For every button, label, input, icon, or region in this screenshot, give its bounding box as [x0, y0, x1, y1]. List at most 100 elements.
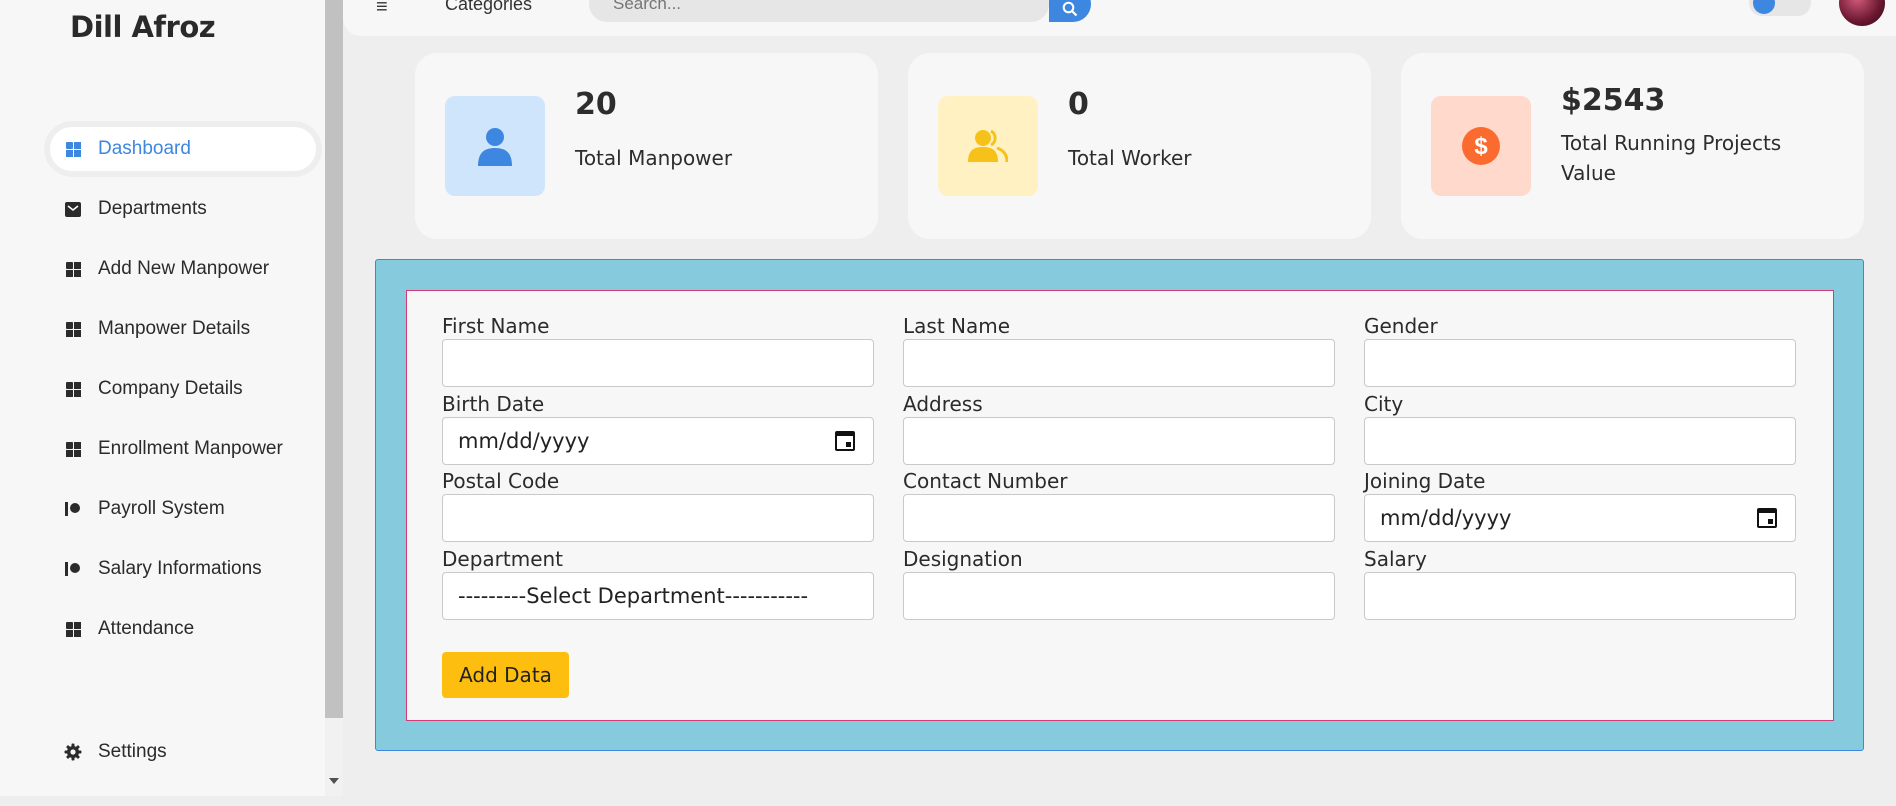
department-select[interactable]: ---------Select Department----------- — [442, 572, 874, 620]
theme-toggle[interactable] — [1749, 0, 1811, 16]
salary-label: Salary — [1364, 547, 1427, 571]
sidebar-item-label: Attendance — [98, 618, 195, 639]
categories-link[interactable]: Categories — [445, 0, 532, 15]
sidebar-item-settings[interactable]: Settings — [44, 724, 322, 780]
card-value: $2543 — [1561, 83, 1666, 118]
sidebar-item-label: Payroll System — [98, 498, 225, 519]
search-input[interactable] — [613, 0, 1033, 14]
sidebar-item-attendance[interactable]: Attendance — [44, 601, 322, 657]
calendar-icon[interactable] — [835, 431, 855, 451]
manpower-form: First Name Last Name Gender Birth Date m… — [406, 290, 1834, 721]
toggle-knob — [1753, 0, 1775, 14]
first-name-field: First Name — [442, 313, 874, 387]
search-button[interactable] — [1049, 0, 1091, 22]
birth-date-label: Birth Date — [442, 392, 545, 416]
first-name-input[interactable] — [442, 339, 874, 387]
salary-input[interactable] — [1364, 572, 1796, 620]
search-icon — [1062, 1, 1078, 17]
address-field: Address — [903, 391, 1335, 465]
first-name-label: First Name — [442, 314, 550, 338]
sidebar-item-departments[interactable]: Departments — [44, 181, 322, 237]
add-data-button[interactable]: Add Data — [442, 652, 569, 698]
sidebar: Dill Afroz Dashboard Departments Add New… — [0, 0, 325, 806]
card-label: Total Running Projects Value — [1561, 131, 1782, 185]
sidebar-item-label: Departments — [98, 198, 207, 219]
sidebar-item-salary-informations[interactable]: Salary Informations — [44, 541, 322, 597]
gender-input[interactable] — [1364, 339, 1796, 387]
sidebar-scrollbar[interactable] — [325, 0, 343, 806]
sidebar-item-manpower-details[interactable]: Manpower Details — [44, 301, 322, 357]
postal-code-input[interactable] — [442, 494, 874, 542]
birth-date-input[interactable]: mm/dd/yyyy — [442, 417, 874, 465]
card-label: Total Worker — [1068, 146, 1192, 170]
stat-card-total-running-projects-value: $ $2543 Total Running Projects Value — [1401, 53, 1864, 239]
mail-icon — [64, 200, 82, 218]
sidebar-item-payroll-system[interactable]: Payroll System — [44, 481, 322, 537]
topbar: ≡ Categories — [343, 0, 1896, 36]
menu-toggle-icon[interactable]: ≡ — [376, 0, 388, 19]
birth-date-value: mm/dd/yyyy — [458, 429, 590, 453]
designation-field: Designation — [903, 546, 1335, 620]
bottom-strip — [0, 796, 1896, 806]
sidebar-item-label: Settings — [98, 741, 167, 762]
contact-number-label: Contact Number — [903, 469, 1068, 493]
grid-icon — [64, 620, 82, 638]
scrollbar-thumb[interactable] — [325, 0, 343, 718]
address-input[interactable] — [903, 417, 1335, 465]
stat-card-total-manpower: 20 Total Manpower — [415, 53, 878, 239]
stat-card-total-worker: 0 Total Worker — [908, 53, 1371, 239]
sidebar-settings: Settings — [44, 724, 322, 784]
search-box — [589, 0, 1049, 22]
grid-icon — [64, 380, 82, 398]
joining-date-field: Joining Date mm/dd/yyyy — [1364, 468, 1796, 542]
dollar-icon: $ — [1431, 96, 1531, 196]
joining-date-label: Joining Date — [1364, 469, 1486, 493]
sidebar-item-enrollment-manpower[interactable]: Enrollment Manpower — [44, 421, 322, 477]
last-name-label: Last Name — [903, 314, 1011, 338]
address-label: Address — [903, 392, 983, 416]
city-input[interactable] — [1364, 417, 1796, 465]
department-field: Department ---------Select Department---… — [442, 546, 874, 620]
toggle-icon — [64, 500, 82, 518]
card-label: Total Manpower — [575, 146, 733, 170]
sidebar-item-label: Add New Manpower — [98, 258, 270, 279]
grid-icon — [64, 440, 82, 458]
sidebar-item-company-details[interactable]: Company Details — [44, 361, 322, 417]
card-value: 20 — [575, 87, 617, 122]
city-field: City — [1364, 391, 1796, 465]
sidebar-item-label: Dashboard — [98, 138, 191, 159]
grid-icon — [64, 260, 82, 278]
designation-label: Designation — [903, 547, 1023, 571]
calendar-icon[interactable] — [1757, 508, 1777, 528]
gear-icon — [64, 743, 82, 761]
city-label: City — [1364, 392, 1404, 416]
joining-date-value: mm/dd/yyyy — [1380, 506, 1512, 530]
contact-number-input[interactable] — [903, 494, 1335, 542]
card-value: 0 — [1068, 87, 1089, 122]
gender-label: Gender — [1364, 314, 1438, 338]
sidebar-item-label: Company Details — [98, 378, 243, 399]
users-icon — [938, 96, 1038, 196]
sidebar-item-add-new-manpower[interactable]: Add New Manpower — [44, 241, 322, 297]
user-icon — [445, 96, 545, 196]
sidebar-item-label: Enrollment Manpower — [98, 438, 283, 459]
brand-title: Dill Afroz — [70, 10, 216, 44]
scroll-down-arrow-icon[interactable] — [329, 778, 339, 784]
sidebar-item-label: Manpower Details — [98, 318, 251, 339]
last-name-field: Last Name — [903, 313, 1335, 387]
svg-text:$: $ — [1474, 133, 1488, 160]
last-name-input[interactable] — [903, 339, 1335, 387]
sidebar-menu: Dashboard Departments Add New Manpower M… — [44, 121, 322, 661]
avatar[interactable] — [1839, 0, 1885, 26]
contact-number-field: Contact Number — [903, 468, 1335, 542]
gender-field: Gender — [1364, 313, 1796, 387]
dashboard-icon — [64, 140, 82, 158]
joining-date-input[interactable]: mm/dd/yyyy — [1364, 494, 1796, 542]
postal-code-field: Postal Code — [442, 468, 874, 542]
department-label: Department — [442, 547, 564, 571]
sidebar-item-dashboard[interactable]: Dashboard — [44, 121, 322, 177]
designation-input[interactable] — [903, 572, 1335, 620]
toggle-icon — [64, 560, 82, 578]
birth-date-field: Birth Date mm/dd/yyyy — [442, 391, 874, 465]
sidebar-item-label: Salary Informations — [98, 558, 262, 579]
